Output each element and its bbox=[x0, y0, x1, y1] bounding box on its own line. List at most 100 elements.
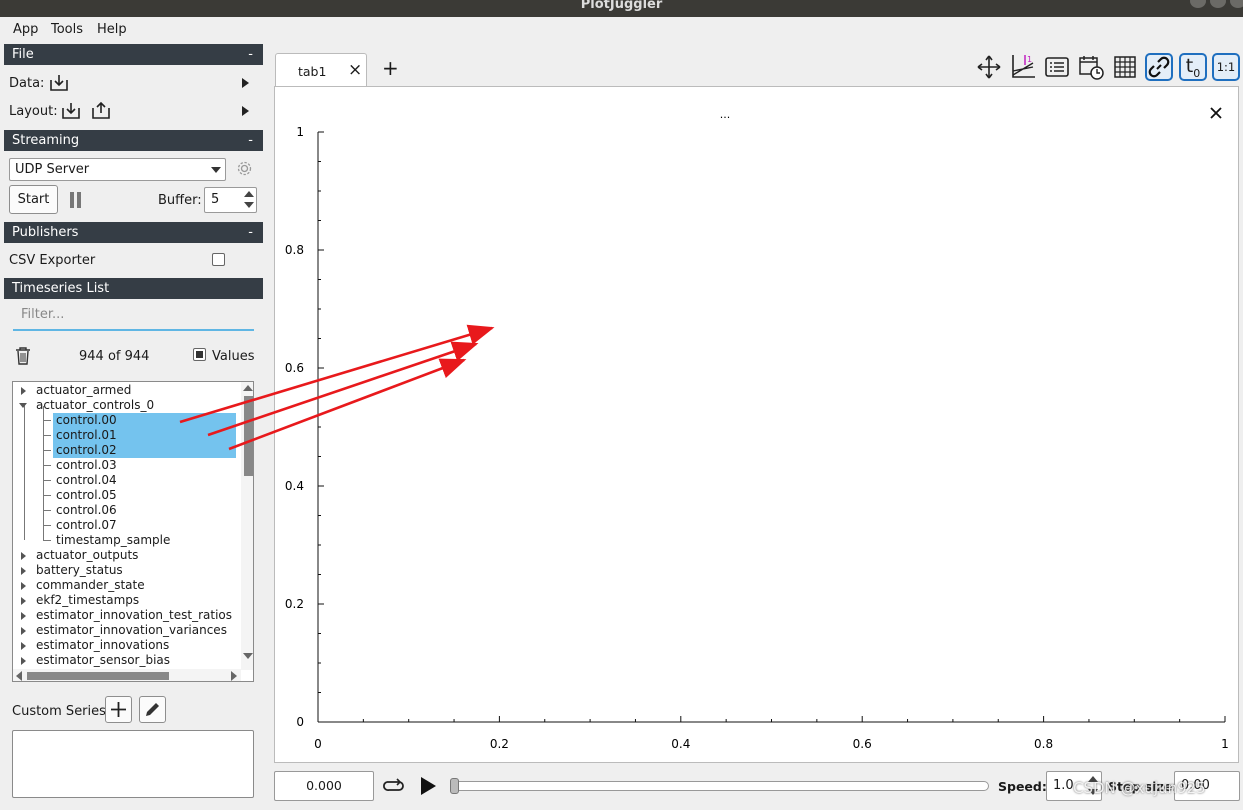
tree-item-label: commander_state bbox=[36, 578, 145, 592]
expand-right-icon[interactable] bbox=[21, 627, 26, 635]
repeat-icon[interactable] bbox=[382, 776, 406, 796]
ratio-icon[interactable]: 1 bbox=[1009, 53, 1037, 81]
menu-help[interactable]: Help bbox=[97, 22, 127, 37]
x-tick-label: 0.6 bbox=[853, 737, 872, 751]
minimize-button[interactable] bbox=[1190, 0, 1206, 8]
csv-exporter-checkbox[interactable] bbox=[212, 253, 225, 266]
one-to-one-button[interactable]: 1:1 bbox=[1212, 53, 1240, 81]
move-icon[interactable] bbox=[975, 53, 1003, 81]
buffer-spinbox[interactable]: 5 bbox=[204, 187, 257, 213]
tree-item[interactable]: control.04 bbox=[53, 473, 239, 488]
load-layout-icon[interactable] bbox=[61, 102, 81, 120]
time-value-field[interactable]: 0.000 bbox=[274, 771, 374, 801]
tree-item-label: battery_status bbox=[36, 563, 123, 577]
collapse-file-button[interactable]: - bbox=[248, 44, 253, 65]
grid-icon[interactable] bbox=[1111, 53, 1139, 81]
tree-item[interactable]: estimator_innovation_test_ratios bbox=[13, 608, 239, 623]
pause-icon[interactable] bbox=[69, 192, 82, 208]
tree-branch-line bbox=[43, 480, 51, 481]
scroll-left-icon[interactable] bbox=[16, 671, 22, 681]
tree-item[interactable]: commander_state bbox=[13, 578, 239, 593]
publishers-section-header[interactable]: Publishers - bbox=[4, 222, 263, 243]
tree-branch-line bbox=[43, 421, 44, 436]
tree-branch-line bbox=[43, 466, 44, 481]
play-icon[interactable] bbox=[418, 776, 438, 796]
expand-right-icon[interactable] bbox=[21, 612, 26, 620]
expand-right-icon[interactable] bbox=[21, 387, 26, 395]
expand-down-icon[interactable] bbox=[19, 403, 27, 408]
load-data-icon[interactable] bbox=[49, 74, 69, 92]
tree-item[interactable]: timestamp_sample bbox=[53, 533, 239, 548]
collapse-streaming-button[interactable]: - bbox=[248, 130, 253, 151]
legend-icon[interactable] bbox=[1043, 53, 1071, 81]
tree-item-label: timestamp_sample bbox=[56, 533, 171, 547]
tree-branch-line bbox=[43, 540, 51, 541]
layout-menu-arrow-icon[interactable] bbox=[242, 106, 249, 116]
expand-right-icon[interactable] bbox=[21, 552, 26, 560]
spin-down-icon[interactable] bbox=[244, 202, 254, 208]
tree-item-label: actuator_outputs bbox=[36, 548, 139, 562]
close-tab-icon[interactable]: × bbox=[348, 60, 362, 80]
tree-item[interactable]: estimator_innovation_variances bbox=[13, 623, 239, 638]
publishers-section-title: Publishers bbox=[12, 225, 79, 240]
scroll-down-icon[interactable] bbox=[243, 653, 253, 659]
time-zero-button[interactable]: t0 bbox=[1179, 53, 1207, 81]
close-window-button[interactable] bbox=[1230, 0, 1243, 8]
arrow-control01 bbox=[207, 341, 479, 437]
expand-right-icon[interactable] bbox=[21, 642, 26, 650]
tree-item[interactable]: control.07 bbox=[53, 518, 239, 533]
spin-up-icon[interactable] bbox=[244, 191, 254, 197]
add-tab-button[interactable]: + bbox=[382, 56, 399, 80]
horizontal-scroll-thumb[interactable] bbox=[27, 672, 169, 680]
trash-icon[interactable] bbox=[15, 347, 31, 365]
tree-item[interactable]: battery_status bbox=[13, 563, 239, 578]
y-tick-label: 0.2 bbox=[285, 597, 304, 611]
link-button[interactable] bbox=[1145, 53, 1173, 81]
tree-item[interactable]: control.03 bbox=[53, 458, 239, 473]
save-layout-icon[interactable] bbox=[91, 101, 111, 120]
watermark: CSDN @xujun925 bbox=[1073, 779, 1206, 797]
expand-right-icon[interactable] bbox=[21, 567, 26, 575]
gear-icon[interactable] bbox=[236, 160, 253, 177]
tree-item-label: control.05 bbox=[56, 488, 117, 502]
file-section-header[interactable]: File - bbox=[4, 44, 263, 65]
y-tick-label: 0.4 bbox=[285, 479, 304, 493]
menu-tools[interactable]: Tools bbox=[51, 22, 83, 37]
maximize-button[interactable] bbox=[1210, 0, 1226, 8]
date-time-icon[interactable] bbox=[1077, 53, 1105, 81]
collapse-publishers-button[interactable]: - bbox=[248, 222, 253, 243]
tree-branch-line bbox=[43, 451, 44, 466]
timeseries-section-header: Timeseries List bbox=[4, 278, 263, 299]
series-count: 944 of 944 bbox=[79, 349, 150, 364]
menu-app[interactable]: App bbox=[13, 22, 38, 37]
data-menu-arrow-icon[interactable] bbox=[242, 78, 249, 88]
speed-value: 1.0 bbox=[1053, 778, 1074, 793]
tree-item[interactable]: control.05 bbox=[53, 488, 239, 503]
time-slider[interactable] bbox=[450, 778, 989, 794]
tree-horizontal-scrollbar[interactable] bbox=[13, 669, 241, 681]
custom-series-list[interactable] bbox=[12, 730, 254, 798]
tree-item[interactable]: estimator_innovations bbox=[13, 638, 239, 653]
tab-tab1[interactable]: tab1 × bbox=[275, 53, 367, 87]
scroll-right-icon[interactable] bbox=[231, 671, 237, 681]
tree-item-label: estimator_sensor_bias bbox=[36, 653, 171, 667]
plus-icon bbox=[111, 702, 126, 717]
tree-item[interactable]: actuator_outputs bbox=[13, 548, 239, 563]
streaming-source-select[interactable]: UDP Server bbox=[9, 158, 226, 181]
streaming-section-title: Streaming bbox=[12, 133, 80, 148]
tree-item[interactable]: ekf2_timestamps bbox=[13, 593, 239, 608]
close-plot-icon[interactable] bbox=[1210, 107, 1222, 119]
edit-custom-series-button[interactable] bbox=[139, 696, 166, 723]
start-streaming-button[interactable]: Start bbox=[9, 185, 58, 214]
expand-right-icon[interactable] bbox=[21, 582, 26, 590]
expand-right-icon[interactable] bbox=[21, 597, 26, 605]
tree-branch-line bbox=[43, 420, 51, 421]
tree-item[interactable]: control.06 bbox=[53, 503, 239, 518]
time-slider-handle[interactable] bbox=[450, 778, 459, 794]
add-custom-series-button[interactable] bbox=[105, 696, 132, 723]
tree-item-label: control.01 bbox=[56, 428, 117, 442]
expand-right-icon[interactable] bbox=[21, 657, 26, 665]
time-zero-subscript: 0 bbox=[1193, 66, 1201, 80]
streaming-section-header[interactable]: Streaming - bbox=[4, 130, 263, 151]
tree-item[interactable]: estimator_sensor_bias bbox=[13, 653, 239, 668]
